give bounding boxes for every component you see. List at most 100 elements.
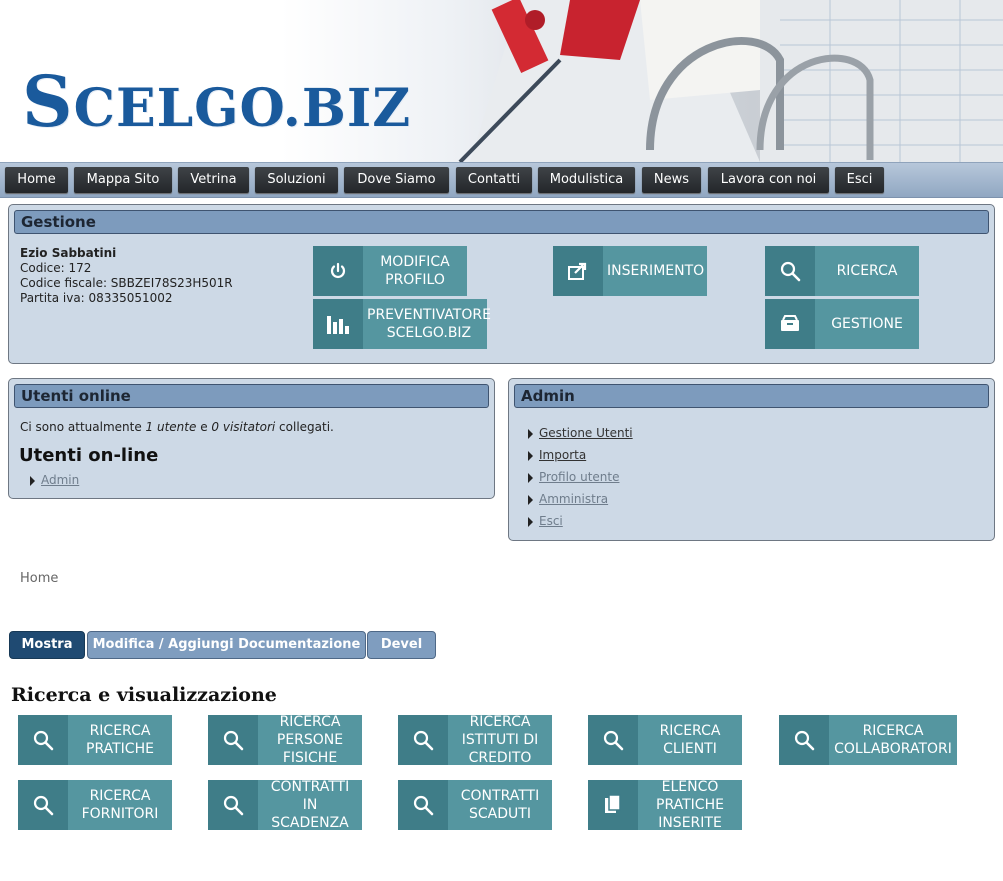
preventivatore-button[interactable]: PREVENTIVATORE SCELGO.BIZ (313, 299, 491, 349)
tile-label-line: INSERIMENTO (607, 263, 705, 279)
tile-label-line: MODIFICA (380, 254, 450, 270)
utenti-online-text: Ci sono attualmente 1 utente e 0 visitat… (20, 420, 334, 435)
power-icon (313, 246, 363, 296)
text-prefix: Ci sono attualmente (20, 420, 146, 434)
admin-link-profilo-utente[interactable]: Profilo utente (539, 470, 619, 484)
tile-label-line: SCELGO.BIZ (386, 325, 472, 341)
nav-home[interactable]: Home (5, 167, 68, 193)
site-logo[interactable]: SCELGO.BIZ (22, 60, 411, 143)
user-name: Ezio Sabbatini (20, 246, 117, 260)
bar-chart-icon (313, 299, 363, 349)
search-icon (398, 715, 448, 765)
elenco-pratiche-inserite-button[interactable]: ELENCO PRATICHE INSERITE (588, 779, 742, 831)
tile-label-line: PROFILO (385, 272, 445, 288)
bullet-triangle-icon (528, 428, 533, 439)
bullet-triangle-icon (528, 516, 533, 527)
online-user-item: Admin (30, 473, 79, 487)
tile-label-line: ISTITUTI DI (461, 732, 539, 748)
tile-label-line: INSERITE (658, 815, 722, 831)
search-icon (18, 780, 68, 830)
bullet-triangle-icon (528, 472, 533, 483)
user-codice: Codice: 172 (20, 261, 92, 275)
contratti-in-scadenza-button[interactable]: CONTRATTI IN SCADENZA (208, 779, 362, 831)
tile-label-line: RICERCA (89, 723, 151, 739)
nav-vetrina[interactable]: Vetrina (178, 167, 249, 193)
tile-label-line: CONTRATTI IN (270, 779, 350, 813)
admin-link-item: Importa (528, 448, 586, 462)
ricerca-pratiche-button[interactable]: RICERCA PRATICHE (18, 715, 172, 765)
main-nav: Home Mappa Sito Vetrina Soluzioni Dove S… (0, 162, 1003, 198)
ricerca-istituti-credito-button[interactable]: RICERCA ISTITUTI DI CREDITO (398, 714, 552, 766)
share-edit-icon (553, 246, 603, 296)
ricerca-button[interactable]: RICERCA (765, 246, 919, 296)
admin-link-item: Profilo utente (528, 470, 619, 484)
utenti-online-title: Utenti online (14, 384, 489, 408)
search-icon (18, 715, 68, 765)
admin-link-importa[interactable]: Importa (539, 448, 586, 462)
search-icon (779, 715, 829, 765)
user-partita-iva: Partita iva: 08335051002 (20, 291, 173, 305)
tile-label-line: RICERCA (89, 788, 151, 804)
nav-contatti[interactable]: Contatti (456, 167, 532, 193)
section-title: Ricerca e visualizzazione (11, 684, 277, 706)
user-codice-fiscale: Codice fiscale: SBBZEI78S23H501R (20, 276, 233, 290)
admin-title: Admin (514, 384, 989, 408)
admin-link-gestione-utenti[interactable]: Gestione Utenti (539, 426, 633, 440)
tile-label-line: CONTRATTI (460, 788, 540, 804)
utenti-count: 1 utente (145, 420, 197, 434)
gestione-panel: Gestione Ezio Sabbatini Codice: 172 Codi… (8, 204, 995, 364)
ricerca-collaboratori-button[interactable]: RICERCA COLLABORATORI (779, 715, 957, 765)
tile-label-line: CLIENTI (663, 741, 717, 757)
breadcrumb[interactable]: Home (20, 571, 58, 586)
document-icon (588, 780, 638, 830)
admin-link-item: Esci (528, 514, 563, 528)
tile-label-line: RICERCA (469, 714, 531, 730)
admin-link-amministra[interactable]: Amministra (539, 492, 608, 506)
tile-label-line: FORNITORI (81, 806, 159, 822)
utenti-online-panel: Utenti online Ci sono attualmente 1 uten… (8, 378, 495, 499)
inbox-icon (765, 299, 815, 349)
tile-label-line: PERSONE (276, 732, 344, 748)
tile-label-line: RICERCA (279, 714, 341, 730)
nav-soluzioni[interactable]: Soluzioni (255, 167, 338, 193)
tile-label-line: RICERCA (659, 723, 721, 739)
contratti-scaduti-button[interactable]: CONTRATTI SCADUTI (398, 780, 552, 830)
tile-label-line: PRATICHE (656, 797, 724, 813)
nav-lavora-con-noi[interactable]: Lavora con noi (708, 167, 829, 193)
text-mid: e (196, 420, 212, 434)
admin-panel: Admin Gestione Utenti Importa Profilo ut… (508, 378, 995, 541)
inserimento-button[interactable]: INSERIMENTO (553, 246, 707, 296)
utenti-online-heading: Utenti on-line (19, 445, 159, 466)
bullet-triangle-icon (528, 450, 533, 461)
tile-label-line: SCADUTI (469, 806, 531, 822)
admin-link-esci[interactable]: Esci (539, 514, 563, 528)
ricerca-clienti-button[interactable]: RICERCA CLIENTI (588, 715, 742, 765)
modifica-profilo-button[interactable]: MODIFICA PROFILO (313, 246, 467, 296)
admin-link-item: Amministra (528, 492, 608, 506)
gestione-title: Gestione (14, 210, 989, 234)
online-user-link[interactable]: Admin (41, 473, 79, 487)
tab-devel[interactable]: Devel (367, 631, 436, 659)
nav-esci[interactable]: Esci (835, 167, 884, 193)
search-icon (208, 715, 258, 765)
search-icon (208, 780, 258, 830)
search-icon (765, 246, 815, 296)
bullet-triangle-icon (30, 475, 35, 486)
nav-dove-siamo[interactable]: Dove Siamo (344, 167, 449, 193)
ricerca-fornitori-button[interactable]: RICERCA FORNITORI (18, 780, 172, 830)
tile-label-line: RICERCA (836, 263, 898, 279)
nav-modulistica[interactable]: Modulistica (538, 167, 635, 193)
gestione-button[interactable]: GESTIONE (765, 299, 919, 349)
tile-label-line: GESTIONE (831, 316, 903, 332)
search-icon (398, 780, 448, 830)
tile-label-line: COLLABORATORI (834, 741, 952, 757)
admin-link-item: Gestione Utenti (528, 426, 633, 440)
tile-label-line: CREDITO (468, 750, 532, 766)
tab-modifica-documentazione[interactable]: Modifica / Aggiungi Documentazione (87, 631, 366, 659)
nav-mappa-sito[interactable]: Mappa Sito (74, 167, 172, 193)
tile-label-line: SCADENZA (271, 815, 349, 831)
nav-news[interactable]: News (642, 167, 701, 193)
tab-mostra[interactable]: Mostra (9, 631, 85, 659)
ricerca-persone-fisiche-button[interactable]: RICERCA PERSONE FISICHE (208, 714, 362, 766)
tile-label-line: FISICHE (282, 750, 338, 766)
